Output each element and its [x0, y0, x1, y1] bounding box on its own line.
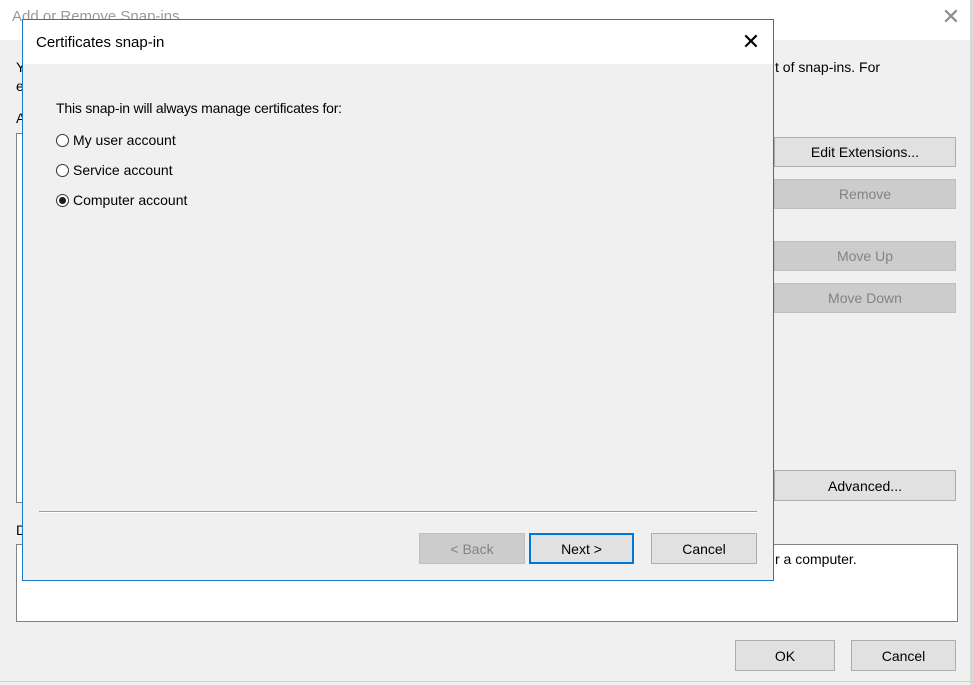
certificates-snapin-dialog: Certificates snap-in ✕ This snap-in will… — [22, 19, 774, 581]
dialog-separator — [39, 511, 757, 513]
bg-cancel-button[interactable]: Cancel — [851, 640, 956, 671]
radio-checked-icon[interactable] — [56, 193, 69, 207]
advanced-button[interactable]: Advanced... — [774, 470, 956, 501]
dialog-title: Certificates snap-in — [36, 34, 165, 51]
move-down-button[interactable]: Move Down — [774, 283, 956, 313]
bg-window-edge — [970, 0, 974, 685]
bg-window-bottom-border — [0, 681, 974, 682]
radio-unchecked-icon[interactable] — [56, 163, 69, 177]
radio-unchecked-icon[interactable] — [56, 133, 69, 147]
bg-close-icon[interactable]: ✕ — [940, 6, 962, 28]
radio-my-user-account[interactable]: My user account — [56, 130, 176, 150]
next-button[interactable]: Next > — [529, 533, 634, 564]
bg-intro-text: t of snap-ins. For — [775, 59, 881, 75]
dialog-prompt: This snap-in will always manage certific… — [56, 100, 342, 116]
radio-label: Service account — [73, 162, 173, 178]
ok-button[interactable]: OK — [735, 640, 835, 671]
radio-label: Computer account — [73, 192, 188, 208]
radio-label: My user account — [73, 132, 176, 148]
radio-computer-account[interactable]: Computer account — [56, 190, 187, 210]
move-up-button[interactable]: Move Up — [774, 241, 956, 271]
back-button[interactable]: < Back — [419, 533, 525, 564]
edit-extensions-button[interactable]: Edit Extensions... — [774, 137, 956, 167]
remove-button[interactable]: Remove — [774, 179, 956, 209]
radio-service-account[interactable]: Service account — [56, 160, 173, 180]
bg-description-text: r a computer. — [775, 551, 857, 567]
dialog-cancel-button[interactable]: Cancel — [651, 533, 757, 564]
close-icon[interactable]: ✕ — [739, 30, 763, 54]
